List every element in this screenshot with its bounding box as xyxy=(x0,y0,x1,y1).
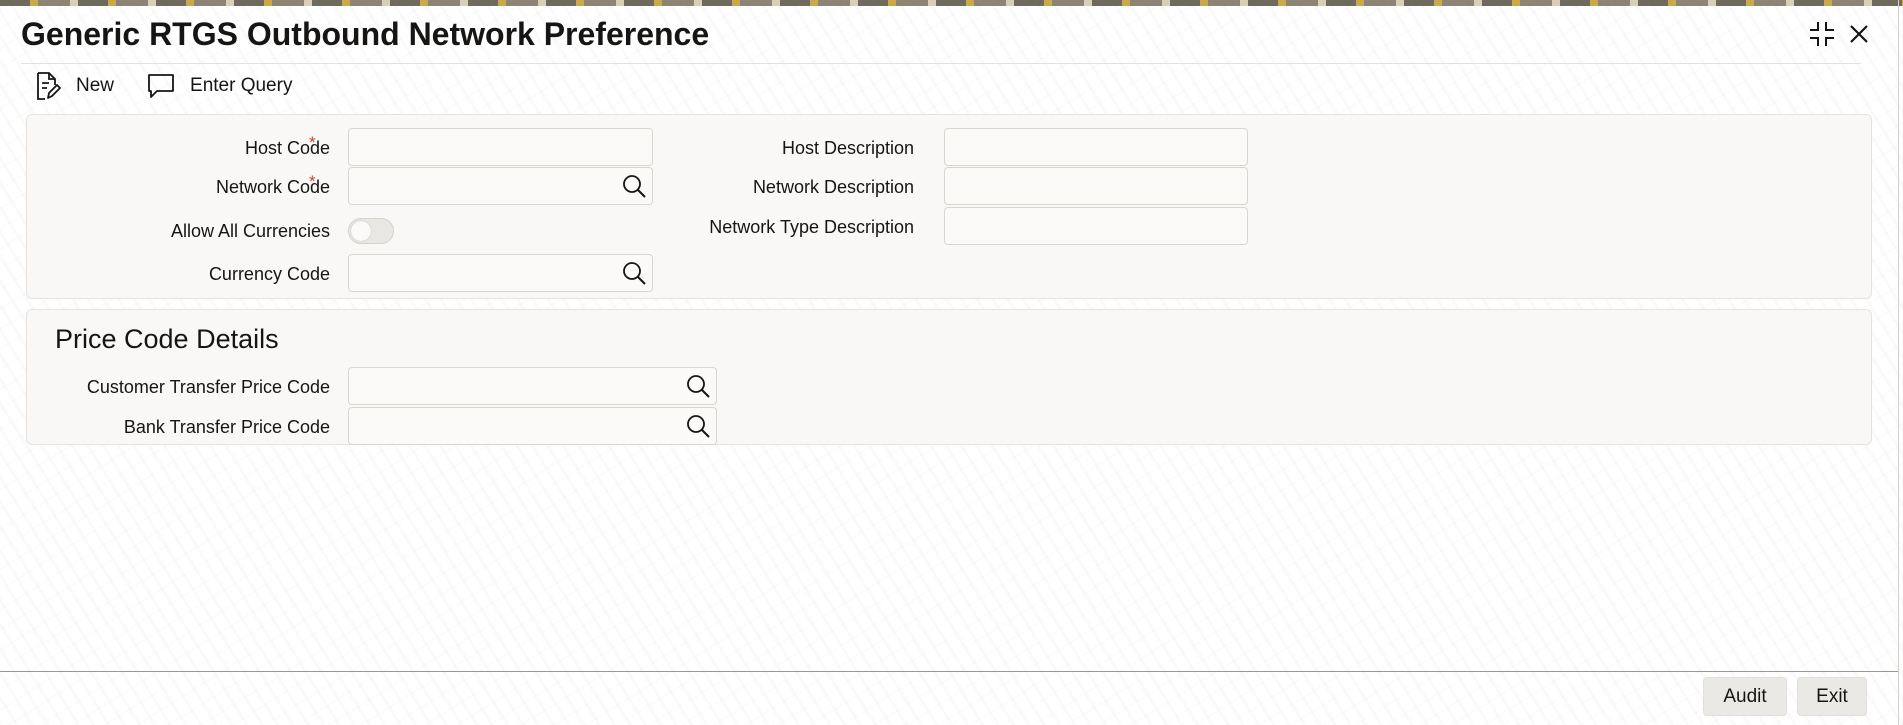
host-code-input[interactable] xyxy=(349,129,652,165)
currency-code-field xyxy=(348,254,653,292)
host-description-input[interactable] xyxy=(945,129,1247,165)
customer-transfer-price-code-input[interactable] xyxy=(349,368,680,404)
new-button[interactable]: New xyxy=(32,68,114,104)
network-type-description-label: Network Type Description xyxy=(709,217,914,237)
title-divider xyxy=(21,63,1861,64)
close-window-button[interactable] xyxy=(1841,14,1877,54)
price-code-details-title: Price Code Details xyxy=(55,324,279,354)
host-code-field xyxy=(348,128,653,166)
currency-code-input[interactable] xyxy=(349,255,616,291)
collapse-icon xyxy=(1810,22,1834,46)
decorative-header-strip xyxy=(0,0,1903,6)
network-description-field xyxy=(944,167,1248,205)
search-icon xyxy=(687,415,710,438)
host-description-label: Host Description xyxy=(781,138,914,158)
customer-transfer-price-code-label: Customer Transfer Price Code xyxy=(86,377,330,397)
new-document-icon xyxy=(32,71,62,101)
toolbar: New Enter Query xyxy=(32,66,324,106)
collapse-window-button[interactable] xyxy=(1804,14,1840,54)
new-button-label: New xyxy=(76,75,115,96)
speech-bubble-icon xyxy=(146,71,176,101)
customer-transfer-price-code-lookup-button[interactable] xyxy=(680,368,716,404)
audit-button[interactable]: Audit xyxy=(1703,677,1787,716)
network-code-input[interactable] xyxy=(349,168,616,204)
host-description-field xyxy=(944,128,1248,166)
allow-all-currencies-label: Allow All Currencies xyxy=(170,221,330,241)
close-icon xyxy=(1850,25,1868,43)
toggle-knob xyxy=(351,221,371,241)
exit-button[interactable]: Exit xyxy=(1797,677,1867,716)
network-type-description-field xyxy=(944,207,1248,245)
host-code-label: Host Code xyxy=(244,138,330,158)
network-type-description-input[interactable] xyxy=(945,208,1247,244)
network-description-input[interactable] xyxy=(945,168,1247,204)
search-icon xyxy=(687,375,710,398)
bank-transfer-price-code-field xyxy=(348,407,717,445)
network-code-field xyxy=(348,167,653,205)
currency-code-label: Currency Code xyxy=(208,264,330,284)
footer-divider xyxy=(0,671,1898,672)
bank-transfer-price-code-label: Bank Transfer Price Code xyxy=(123,417,330,437)
bank-transfer-price-code-input[interactable] xyxy=(349,408,680,444)
window-right-edge xyxy=(1898,0,1899,725)
network-code-label: Network Code xyxy=(215,177,330,197)
enter-query-button[interactable]: Enter Query xyxy=(146,68,292,104)
customer-transfer-price-code-field xyxy=(348,367,717,405)
host-code-required-mark: * xyxy=(309,133,316,152)
network-description-label: Network Description xyxy=(752,177,914,197)
allow-all-currencies-toggle[interactable] xyxy=(348,218,394,244)
price-code-details-panel: Price Code Details Customer Transfer Pri… xyxy=(26,309,1872,445)
bank-transfer-price-code-lookup-button[interactable] xyxy=(680,408,716,444)
main-form-panel: Host Code * Network Code * Allow All Cur… xyxy=(26,114,1872,299)
page-title: Generic RTGS Outbound Network Preference xyxy=(21,16,710,52)
network-code-required-mark: * xyxy=(309,172,316,191)
search-icon xyxy=(623,262,646,285)
currency-code-lookup-button[interactable] xyxy=(616,255,652,291)
enter-query-button-label: Enter Query xyxy=(190,75,293,96)
